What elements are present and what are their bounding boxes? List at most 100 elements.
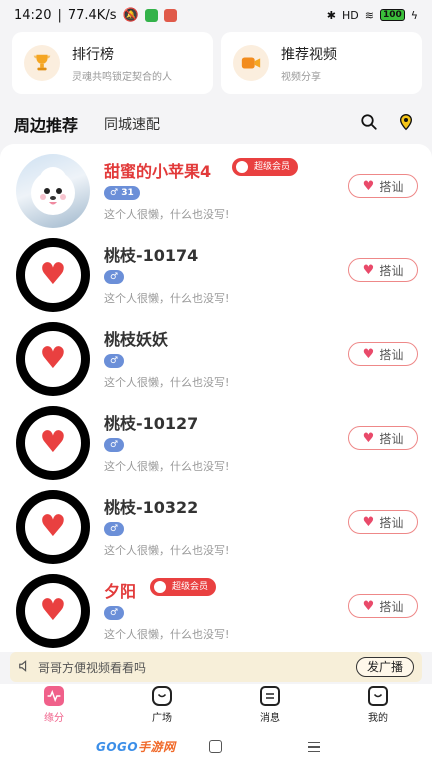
male-icon: ♂ <box>110 356 119 366</box>
vip-badge: 超级会员 <box>232 158 299 176</box>
nav-item-square[interactable]: 广场 <box>108 684 216 728</box>
mute-icon: 🔕 <box>122 7 139 23</box>
status-time: 14:20 <box>14 7 52 23</box>
bottom-nav: 缘分 广场 消息 我的 <box>0 684 432 728</box>
user-bio: 这个人很懒，什么也没写! <box>104 292 230 305</box>
tabs-row: 周边推荐 同城速配 <box>0 104 432 144</box>
heart-icon: ♥ <box>362 598 375 614</box>
gender-badge: ♂ <box>104 522 125 536</box>
nav-label: 缘分 <box>44 713 64 724</box>
search-icon[interactable] <box>360 113 378 135</box>
app-notification-icon <box>163 8 177 22</box>
list-item[interactable]: ♥ 桃枝-10174 ♂ 这个人很懒，什么也没写! ♥ 搭讪 <box>0 228 432 312</box>
recommended-video-card[interactable]: 推荐视频 视频分享 <box>221 32 422 94</box>
gender-badge: ♂ <box>104 354 125 368</box>
greet-label: 搭讪 <box>379 347 404 362</box>
broadcast-bar[interactable]: 哥哥方便视频看看吗 发广播 <box>10 652 422 682</box>
list-item[interactable]: ♥ 桃枝-10127 ♂ 这个人很懒，什么也没写! ♥ 搭讪 <box>0 396 432 480</box>
tab-nearby[interactable]: 周边推荐 <box>14 112 78 136</box>
broadcast-button[interactable]: 发广播 <box>355 657 414 677</box>
greet-label: 搭讪 <box>379 263 404 278</box>
battery-icon: 100 <box>379 9 405 21</box>
list-item[interactable]: 甜蜜的小苹果4 超级会员 ♂ 31 这个人很懒，什么也没写! ♥ 搭讪 <box>0 144 432 228</box>
user-bio: 这个人很懒，什么也没写! <box>104 460 230 473</box>
gender-badge: ♂ <box>104 438 125 452</box>
avatar[interactable]: ♥ <box>16 490 90 564</box>
chat-bubble-icon <box>152 686 172 706</box>
user-list: 甜蜜的小苹果4 超级会员 ♂ 31 这个人很懒，什么也没写! ♥ 搭讪 ♥ 桃枝… <box>0 144 432 652</box>
gender-badge: ♂ <box>104 270 125 284</box>
pulse-icon <box>44 686 64 706</box>
greet-label: 搭讪 <box>379 431 404 446</box>
status-bar: 14:20 | 77.4K/s 🔕 ✱ HD ≋ 100 ϟ <box>0 0 432 30</box>
menu-button-icon[interactable] <box>308 742 320 752</box>
system-nav-bar: GOGO手游网 <box>0 728 432 768</box>
avatar[interactable]: ♥ <box>16 322 90 396</box>
greet-label: 搭讪 <box>379 179 404 194</box>
heart-logo-icon: ♥ <box>39 257 67 292</box>
list-item[interactable]: ♥ 桃枝妖妖 ♂ 这个人很懒，什么也没写! ♥ 搭讪 <box>0 312 432 396</box>
list-item[interactable]: ♥ 夕阳 超级会员 ♂ 这个人很懒，什么也没写! ♥ 搭讪 <box>0 564 432 648</box>
tab-same-city[interactable]: 同城速配 <box>104 114 160 134</box>
speaker-icon <box>18 658 32 677</box>
nav-label: 我的 <box>368 713 388 724</box>
ranking-card[interactable]: 排行榜 灵魂共鸣锁定契合的人 <box>12 32 213 94</box>
male-icon: ♂ <box>110 524 119 534</box>
heart-logo-icon: ♥ <box>39 341 67 376</box>
user-bio: 这个人很懒，什么也没写! <box>104 208 230 221</box>
greet-button[interactable]: ♥ 搭讪 <box>348 426 418 450</box>
bluetooth-icon: ✱ <box>326 8 336 22</box>
heart-logo-icon: ♥ <box>39 593 67 628</box>
video-subtitle: 视频分享 <box>281 71 321 83</box>
charging-icon: ϟ <box>410 8 418 22</box>
avatar[interactable] <box>16 154 90 228</box>
heart-icon: ♥ <box>362 262 375 278</box>
user-bio: 这个人很懒，什么也没写! <box>104 544 230 557</box>
avatar[interactable]: ♥ <box>16 238 90 312</box>
location-pin-icon[interactable] <box>398 113 414 135</box>
nav-item-fate[interactable]: 缘分 <box>0 684 108 728</box>
wifi-icon: ≋ <box>364 8 374 22</box>
male-icon: ♂ <box>110 608 119 618</box>
nav-label: 广场 <box>152 713 172 724</box>
greet-label: 搭讪 <box>379 515 404 530</box>
top-cards: 排行榜 灵魂共鸣锁定契合的人 推荐视频 视频分享 <box>12 32 422 94</box>
trophy-icon <box>24 45 60 81</box>
video-camera-icon <box>233 45 269 81</box>
greet-label: 搭讪 <box>379 599 404 614</box>
nav-label: 消息 <box>260 713 280 724</box>
heart-icon: ♥ <box>362 514 375 530</box>
user-bio: 这个人很懒，什么也没写! <box>104 376 230 389</box>
profile-icon <box>368 686 388 706</box>
male-icon: ♂ <box>110 440 119 450</box>
network-speed: 77.4K/s <box>67 7 117 23</box>
gender-age-badge: ♂ 31 <box>104 186 140 200</box>
heart-logo-icon: ♥ <box>39 425 67 460</box>
greet-button[interactable]: ♥ 搭讪 <box>348 342 418 366</box>
avatar[interactable]: ♥ <box>16 574 90 648</box>
avatar[interactable]: ♥ <box>16 406 90 480</box>
heart-icon: ♥ <box>362 346 375 362</box>
wechat-notification-icon <box>144 8 158 22</box>
vip-badge: 超级会员 <box>150 578 217 596</box>
broadcast-text: 哥哥方便视频看看吗 <box>38 660 147 675</box>
heart-icon: ♥ <box>362 430 375 446</box>
greet-button[interactable]: ♥ 搭讪 <box>348 510 418 534</box>
home-button-icon[interactable] <box>209 740 222 753</box>
user-name: 桃枝-10127 <box>104 414 199 433</box>
user-name: 甜蜜的小苹果4 <box>104 162 212 181</box>
user-name: 桃枝妖妖 <box>104 330 169 349</box>
greet-button[interactable]: ♥ 搭讪 <box>348 258 418 282</box>
list-item[interactable]: ♥ 桃枝-10322 ♂ 这个人很懒，什么也没写! ♥ 搭讪 <box>0 480 432 564</box>
greet-button[interactable]: ♥ 搭讪 <box>348 174 418 198</box>
age: 31 <box>121 188 134 198</box>
nav-item-messages[interactable]: 消息 <box>216 684 324 728</box>
male-icon: ♂ <box>110 188 119 198</box>
nav-item-profile[interactable]: 我的 <box>324 684 432 728</box>
video-title: 推荐视频 <box>281 46 337 63</box>
signal-icon: HD <box>341 8 359 22</box>
user-name: 桃枝-10322 <box>104 498 199 517</box>
greet-button[interactable]: ♥ 搭讪 <box>348 594 418 618</box>
message-icon <box>260 686 280 706</box>
ranking-title: 排行榜 <box>72 46 114 63</box>
